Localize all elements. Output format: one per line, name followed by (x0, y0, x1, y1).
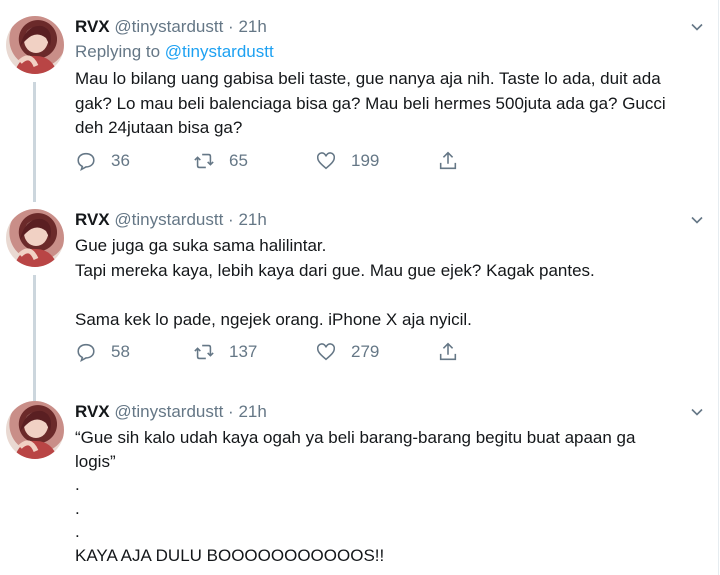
tweet-text: Mau lo bilang uang gabisa beli taste, gu… (75, 69, 666, 137)
comment-icon (77, 343, 95, 363)
handle[interactable]: @tinystardustt (114, 402, 223, 421)
avatar[interactable] (6, 209, 64, 267)
share-button[interactable] (437, 148, 473, 174)
share-icon (439, 151, 457, 170)
replying-to-label: Replying to (75, 42, 165, 61)
reply-button[interactable]: 58 (75, 339, 130, 365)
retweet-button[interactable]: 65 (193, 148, 248, 174)
dot-separator: · (228, 210, 234, 229)
retweet-count: 65 (229, 151, 248, 170)
dot-separator: · (228, 17, 234, 36)
display-name[interactable]: RVX (75, 17, 110, 36)
tweet-actions: 58 137 279 (75, 339, 515, 365)
share-button[interactable] (437, 339, 473, 365)
replying-to-link[interactable]: @tinystardustt (165, 42, 274, 61)
dot-separator: · (228, 402, 234, 421)
retweet-icon (194, 153, 214, 169)
like-count: 199 (351, 151, 380, 170)
avatar[interactable] (6, 401, 64, 459)
share-icon (439, 342, 457, 361)
display-name[interactable]: RVX (75, 402, 110, 421)
like-button[interactable]: 199 (315, 148, 379, 174)
timeline: RVX @tinystardustt · 21h Replying to @ti… (0, 0, 719, 575)
chevron-down-icon[interactable] (690, 20, 704, 34)
handle[interactable]: @tinystardustt (114, 17, 223, 36)
tweet[interactable]: RVX @tinystardustt · 21h Gue juga ga suk… (0, 193, 718, 401)
retweet-button[interactable]: 137 (193, 339, 257, 365)
retweet-icon (194, 344, 214, 360)
timestamp[interactable]: 21h (238, 402, 266, 421)
avatar[interactable] (6, 16, 64, 74)
thread-line (33, 275, 36, 401)
tweet-header: RVX @tinystardustt · 21h (75, 16, 267, 38)
tweet[interactable]: RVX @tinystardustt · 21h Replying to @ti… (0, 0, 718, 202)
handle[interactable]: @tinystardustt (114, 210, 223, 229)
timestamp[interactable]: 21h (238, 17, 266, 36)
tweet-actions: 36 65 199 (75, 148, 515, 174)
heart-icon (316, 343, 336, 361)
tweet-text: “Gue sih kalo udah kaya ogah ya beli bar… (75, 428, 636, 565)
timestamp[interactable]: 21h (238, 210, 266, 229)
display-name[interactable]: RVX (75, 210, 110, 229)
chevron-down-icon[interactable] (690, 213, 704, 227)
retweet-count: 137 (229, 342, 258, 361)
comment-icon (77, 152, 95, 172)
reply-count: 58 (111, 342, 130, 361)
reply-count: 36 (111, 151, 130, 170)
tweet-header: RVX @tinystardustt · 21h (75, 401, 267, 423)
chevron-down-icon[interactable] (690, 405, 704, 419)
tweet-text: Gue juga ga suka sama halilintar. Tapi m… (75, 236, 595, 329)
tweet-header: RVX @tinystardustt · 21h (75, 209, 267, 231)
thread-line (33, 82, 36, 202)
heart-icon (316, 152, 336, 170)
reply-button[interactable]: 36 (75, 148, 130, 174)
like-button[interactable]: 279 (315, 339, 379, 365)
tweet[interactable]: RVX @tinystardustt · 21h “Gue sih kalo u… (0, 385, 718, 575)
replying-to: Replying to @tinystardustt (75, 41, 274, 63)
like-count: 279 (351, 342, 380, 361)
